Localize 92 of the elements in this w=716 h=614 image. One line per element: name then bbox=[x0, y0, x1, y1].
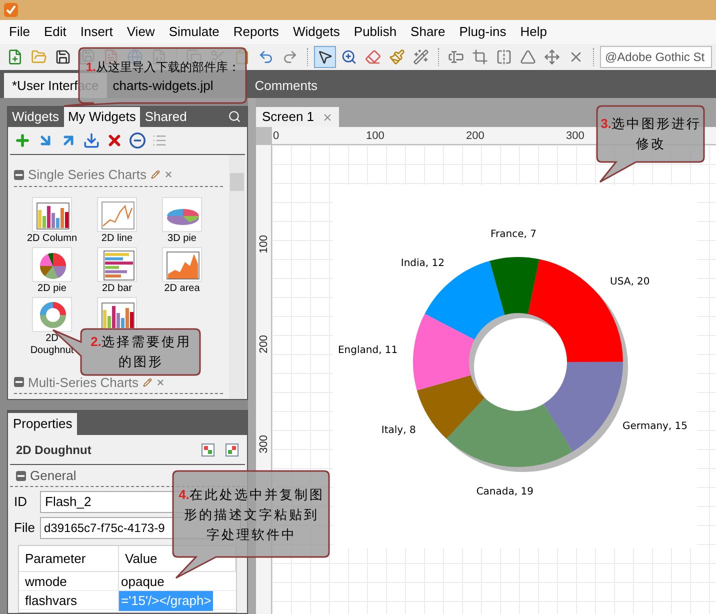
triangle-icon bbox=[520, 49, 536, 65]
menu-item[interactable]: Publish bbox=[346, 22, 404, 42]
download-icon[interactable] bbox=[83, 132, 100, 149]
font-field[interactable]: @Adobe Gothic St bbox=[600, 46, 712, 68]
menu-item[interactable]: Insert bbox=[73, 22, 120, 42]
move-icon bbox=[544, 49, 560, 65]
crop-icon bbox=[472, 49, 488, 65]
redo-icon bbox=[282, 49, 298, 65]
pie-chart-thumbnail bbox=[162, 196, 202, 232]
scrollbar[interactable] bbox=[229, 155, 245, 399]
toolbar-button[interactable] bbox=[314, 46, 336, 68]
data-label: France, 7 bbox=[490, 229, 536, 240]
close-icon[interactable] bbox=[164, 170, 172, 180]
app-logo-icon bbox=[3, 2, 19, 18]
data-label: Canada, 19 bbox=[476, 486, 534, 498]
widget-label: 2D area bbox=[163, 282, 201, 294]
column-header: Parameter bbox=[19, 546, 119, 571]
list-icon[interactable] bbox=[152, 133, 167, 148]
section-title: Single Series Charts bbox=[28, 166, 146, 184]
save-icon bbox=[55, 49, 71, 65]
plus-icon[interactable] bbox=[14, 132, 31, 149]
field-label: File bbox=[14, 519, 34, 538]
panel-tab[interactable]: Properties bbox=[8, 413, 78, 435]
menu-item[interactable]: Reports bbox=[226, 22, 286, 42]
pointer-icon bbox=[317, 49, 333, 65]
brush-icon bbox=[389, 49, 405, 65]
line-chart-thumbnail bbox=[97, 196, 137, 232]
area-chart-thumbnail bbox=[162, 246, 202, 282]
zoom-in-icon bbox=[341, 49, 357, 65]
undo-icon bbox=[258, 49, 274, 65]
data-label: Germany, 15 bbox=[622, 421, 688, 432]
ruler-label: 200 bbox=[257, 335, 271, 354]
flip-icon bbox=[496, 49, 512, 65]
eraser-icon bbox=[365, 49, 381, 65]
collapse-icon[interactable] bbox=[14, 377, 24, 388]
collapse-icon[interactable] bbox=[16, 470, 26, 480]
search-icon[interactable] bbox=[228, 110, 241, 123]
ruler-label: 300 bbox=[257, 435, 271, 454]
ruler-label: 200 bbox=[466, 129, 484, 144]
callout-text: 1.从这里导入下载的部件库： bbox=[86, 59, 240, 76]
menu-item[interactable]: File bbox=[2, 22, 37, 42]
widget-label: 2D pie bbox=[36, 282, 68, 294]
screen-tab-label: Screen 1 bbox=[262, 108, 314, 126]
callout-subtext: charts-widgets.jpl bbox=[112, 77, 214, 95]
delete-icon[interactable] bbox=[106, 132, 123, 149]
folder-icon bbox=[31, 49, 47, 65]
menu-item[interactable]: Edit bbox=[36, 22, 74, 42]
collapse-icon[interactable] bbox=[14, 170, 24, 180]
data-label: USA, 20 bbox=[610, 276, 650, 288]
widget-label: 3D pie bbox=[166, 232, 198, 244]
screen-tab[interactable]: Screen 1 bbox=[256, 107, 340, 127]
picture-icon[interactable] bbox=[201, 442, 215, 456]
ruler-label: 300 bbox=[566, 129, 584, 144]
pencil-icon[interactable] bbox=[150, 170, 160, 180]
table-cell: wmode bbox=[19, 572, 119, 592]
data-label: England, 11 bbox=[338, 344, 398, 356]
column-chart-thumbnail bbox=[97, 296, 137, 332]
callout-text: 3.选中图形进行修改 bbox=[600, 115, 702, 153]
ruler-label: 0 bbox=[273, 129, 280, 144]
menu-item[interactable]: Help bbox=[513, 22, 554, 42]
callout-text: 2.选择需要使用的图形 bbox=[90, 333, 192, 371]
bar-chart-thumbnail bbox=[97, 246, 137, 282]
picture-icon[interactable] bbox=[225, 442, 239, 456]
column-chart-thumbnail bbox=[32, 196, 72, 232]
ruler-label: 100 bbox=[366, 129, 384, 144]
widget-label: 2D line bbox=[100, 232, 134, 244]
menu-item[interactable]: Widgets bbox=[286, 22, 347, 42]
close-icon[interactable] bbox=[322, 112, 334, 122]
minus-circle-icon[interactable] bbox=[129, 132, 146, 149]
widget-label: 2D Doughnut bbox=[29, 332, 75, 356]
menu-item[interactable]: Simulate bbox=[162, 22, 226, 42]
doughnut-chart-thumbnail bbox=[32, 296, 72, 332]
table-cell[interactable]: opaque bbox=[119, 572, 236, 592]
menu-item[interactable]: View bbox=[120, 22, 162, 42]
document-tab[interactable]: Comments bbox=[246, 73, 326, 98]
data-label: India, 12 bbox=[400, 258, 445, 269]
menu-item[interactable]: Plug-ins bbox=[452, 22, 514, 42]
pencil-icon[interactable] bbox=[142, 378, 152, 387]
text-field-icon bbox=[448, 49, 464, 65]
selection-title: 2D Doughnut bbox=[16, 442, 92, 458]
wand-icon bbox=[413, 49, 429, 65]
new-file-icon bbox=[7, 49, 23, 65]
section-title: Multi-Series Charts bbox=[28, 374, 139, 392]
widget-label: 2D bar bbox=[100, 282, 133, 294]
section-title: General bbox=[30, 466, 76, 485]
panel-tab[interactable]: My Widgets bbox=[64, 107, 140, 127]
field-label: ID bbox=[14, 493, 28, 512]
widget-label: 2D Column bbox=[26, 232, 78, 244]
ruler-label: 100 bbox=[257, 235, 271, 254]
pie-chart-thumbnail bbox=[32, 246, 72, 282]
menu-item[interactable]: Share bbox=[404, 22, 452, 42]
close-icon[interactable] bbox=[156, 378, 165, 387]
